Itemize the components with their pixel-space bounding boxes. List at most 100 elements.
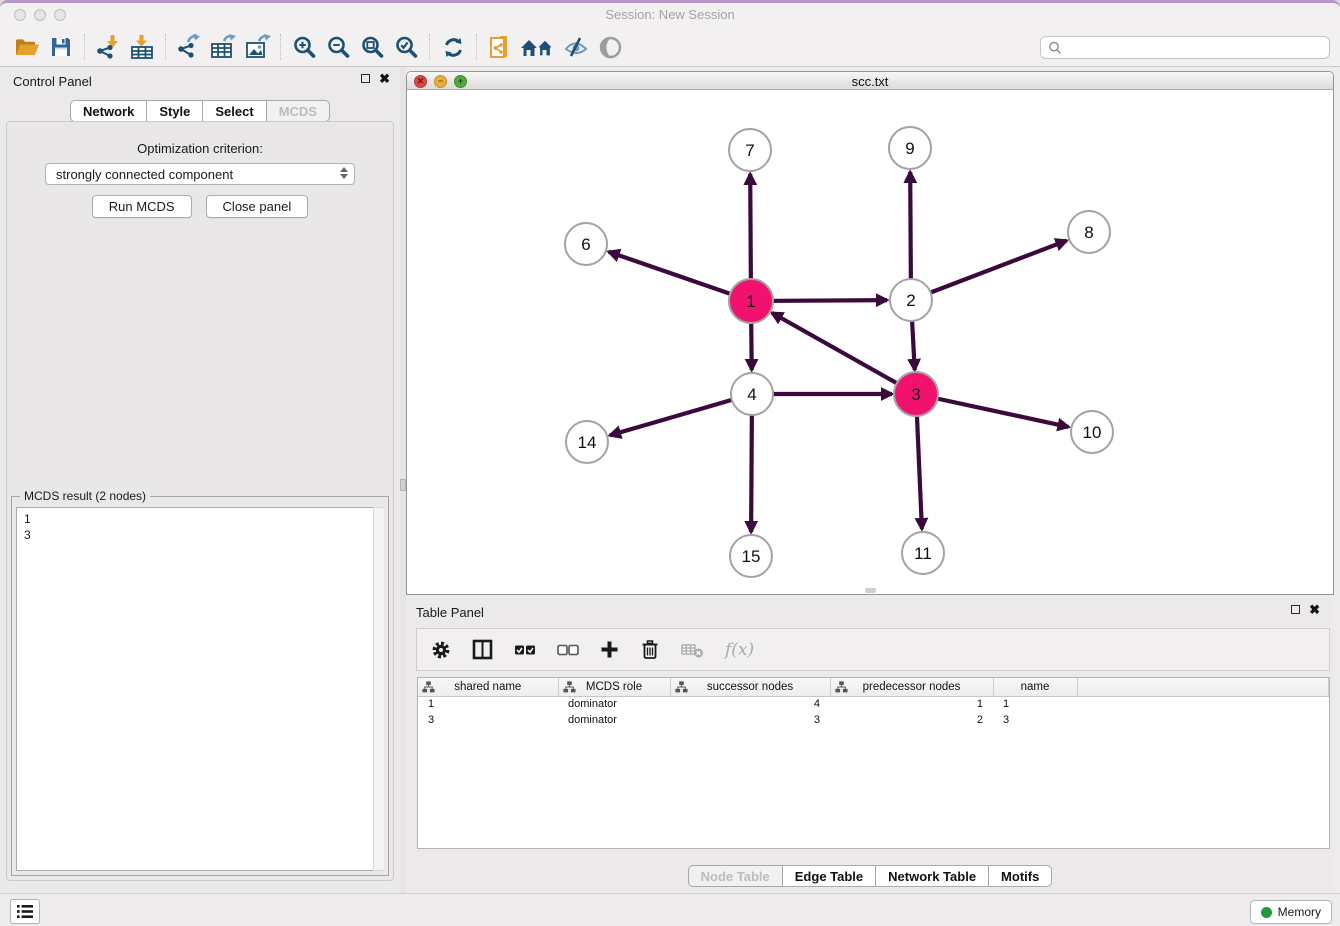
control-panel: Control Panel ✖ NetworkStyleSelectMCDS O…	[0, 67, 400, 893]
function-builder-button[interactable]: f(x)	[725, 640, 754, 660]
unselect-all-button[interactable]	[557, 643, 579, 657]
tab-node-table[interactable]: Node Table	[688, 865, 783, 887]
show-columns-button[interactable]	[472, 639, 493, 660]
window-title: Session: New Session	[0, 7, 1340, 22]
graph-node-15[interactable]: 15	[730, 535, 772, 577]
graph-edge-2-8[interactable]	[911, 241, 1067, 300]
delete-button[interactable]	[640, 639, 660, 660]
graph-node-11[interactable]: 11	[902, 532, 944, 574]
table-row[interactable]: 1dominator411	[418, 696, 1329, 712]
table-options-button[interactable]	[431, 640, 451, 660]
network-window-titlebar[interactable]: ✕ − + scc.txt	[407, 72, 1333, 90]
network-view-window: ✕ − + scc.txt 7 9 6 8 1 2 4 3 14 10 15 11	[406, 71, 1334, 595]
tab-select[interactable]: Select	[203, 100, 266, 122]
fx-icon: f(x)	[725, 640, 754, 660]
table-panel-title: Table Panel	[416, 605, 484, 620]
column-header-MCDS-role[interactable]: MCDS role	[558, 678, 670, 696]
network-resize-handle[interactable]	[865, 588, 876, 593]
graph-edge-4-14[interactable]	[610, 394, 752, 435]
select-all-button[interactable]	[514, 643, 536, 657]
refresh-button[interactable]	[436, 32, 470, 62]
show-panels-button[interactable]	[10, 899, 40, 924]
show-graphics-button[interactable]	[593, 32, 627, 62]
mcds-result-text[interactable]: 13	[16, 507, 384, 871]
application-window: Session: New Session	[0, 0, 1340, 926]
column-header-successor-nodes[interactable]: successor nodes	[670, 678, 830, 696]
graph-node-3[interactable]: 3	[894, 372, 938, 416]
optimization-criterion-select[interactable]: strongly connected component	[45, 163, 355, 185]
network-canvas[interactable]: 7 9 6 8 1 2 4 3 14 10 15 11	[407, 90, 1333, 594]
zoom-selected-button[interactable]	[389, 32, 423, 62]
graph-node-6[interactable]: 6	[565, 223, 607, 265]
table-cell: 1	[830, 696, 993, 712]
tab-style[interactable]: Style	[147, 100, 203, 122]
toolbar-separator	[429, 34, 430, 60]
table-cell: 2	[830, 712, 993, 728]
tab-network[interactable]: Network	[70, 100, 147, 122]
graph-node-8[interactable]: 8	[1068, 211, 1110, 253]
export-network-button[interactable]	[172, 32, 206, 62]
control-panel-tabs: NetworkStyleSelectMCDS	[0, 100, 400, 122]
table-row[interactable]: 3dominator323	[418, 712, 1329, 728]
tab-edge-table[interactable]: Edge Table	[783, 865, 876, 887]
export-table-button[interactable]	[206, 32, 240, 62]
close-panel-icon[interactable]: ✖	[379, 73, 390, 84]
home-button[interactable]	[517, 32, 559, 62]
export-image-icon	[244, 34, 271, 60]
graph-edge-3-1[interactable]	[772, 313, 916, 394]
float-table-panel-icon[interactable]	[1291, 605, 1300, 614]
graph-node-10[interactable]: 10	[1071, 411, 1113, 453]
memory-button[interactable]: Memory	[1250, 900, 1332, 924]
graph-node-2[interactable]: 2	[890, 279, 932, 321]
unchecked-boxes-icon	[557, 643, 579, 657]
graph-node-9[interactable]: 9	[889, 127, 931, 169]
graph-node-1[interactable]: 1	[729, 279, 773, 323]
graph-node-14[interactable]: 14	[566, 421, 608, 463]
dropdown-stepper-icon	[340, 167, 348, 179]
table-toolbar: f(x)	[416, 628, 1330, 671]
zoom-out-button[interactable]	[321, 32, 355, 62]
graph-node-4[interactable]: 4	[731, 373, 773, 415]
table-cell: 1	[418, 696, 558, 712]
column-header-shared-name[interactable]: shared name	[418, 678, 558, 696]
save-session-button[interactable]	[44, 32, 78, 62]
table-cell: dominator	[558, 696, 670, 712]
control-panel-header: Control Panel ✖	[0, 67, 400, 95]
list-icon	[16, 904, 34, 919]
export-image-button[interactable]	[240, 32, 274, 62]
graph-edge-3-10[interactable]	[916, 394, 1069, 427]
add-row-button[interactable]	[600, 640, 619, 659]
open-session-button[interactable]	[10, 32, 44, 62]
run-mcds-button[interactable]: Run MCDS	[92, 195, 192, 218]
column-header-filler	[1077, 678, 1329, 696]
column-header-name[interactable]: name	[993, 678, 1077, 696]
float-panel-icon[interactable]	[361, 74, 370, 83]
clone-network-button[interactable]	[483, 32, 517, 62]
destroy-column-button[interactable]	[681, 641, 704, 659]
graph-node-7[interactable]: 7	[729, 129, 771, 171]
import-network-button[interactable]	[91, 32, 125, 62]
import-table-button[interactable]	[125, 32, 159, 62]
hide-graphics-button[interactable]	[559, 32, 593, 62]
column-type-icon	[835, 680, 848, 694]
checked-boxes-icon	[514, 643, 536, 657]
zoom-fit-button[interactable]	[355, 32, 389, 62]
result-line: 3	[24, 527, 383, 543]
search-input[interactable]	[1063, 40, 1329, 56]
result-scrollbar[interactable]	[373, 507, 384, 871]
close-table-panel-icon[interactable]: ✖	[1309, 604, 1320, 615]
window-titlebar: Session: New Session	[0, 3, 1340, 28]
search-icon	[1047, 40, 1063, 56]
search-box	[1040, 36, 1330, 59]
import-table-icon	[129, 34, 155, 60]
tab-network-table[interactable]: Network Table	[876, 865, 989, 887]
zoom-in-button[interactable]	[287, 32, 321, 62]
import-network-icon	[95, 34, 121, 60]
svg-text:7: 7	[745, 141, 754, 160]
svg-text:1: 1	[746, 292, 755, 311]
column-header-predecessor-nodes[interactable]: predecessor nodes	[830, 678, 993, 696]
zoom-selected-icon	[394, 35, 419, 60]
close-panel-button[interactable]: Close panel	[206, 195, 309, 218]
tab-motifs[interactable]: Motifs	[989, 865, 1052, 887]
tab-mcds[interactable]: MCDS	[267, 100, 330, 122]
